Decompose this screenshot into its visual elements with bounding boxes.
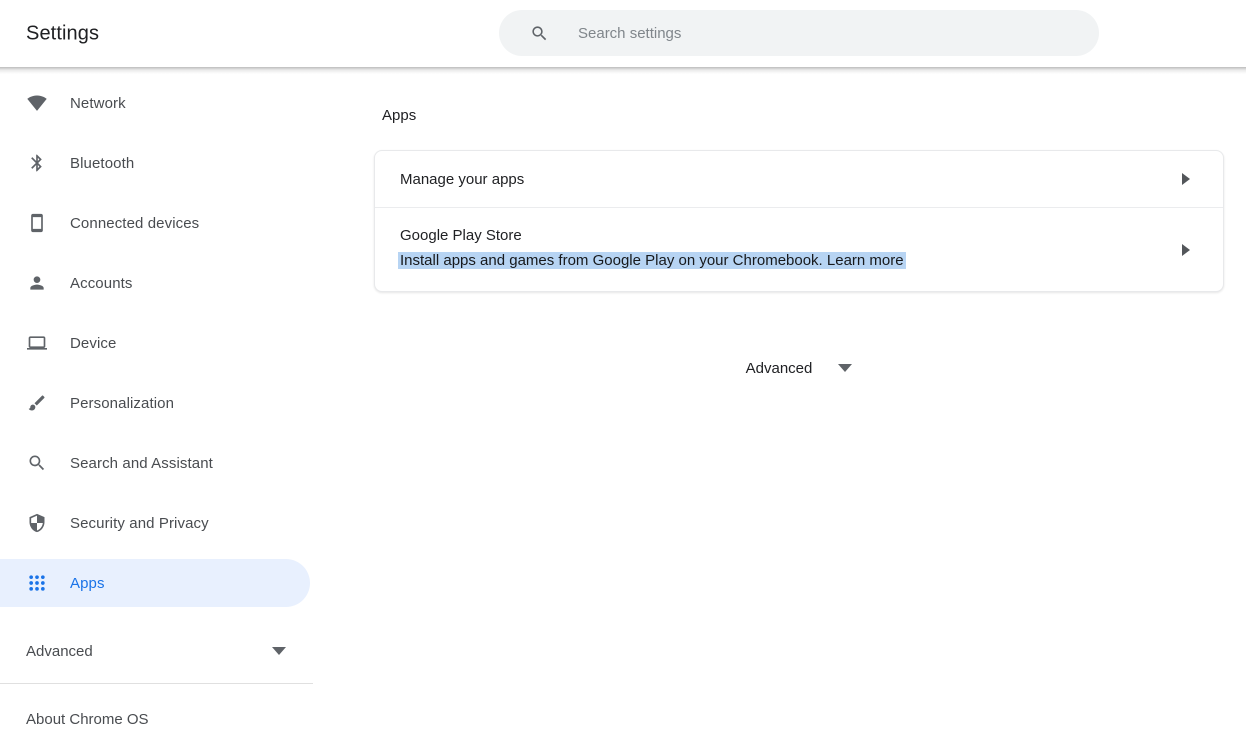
header-shadow	[0, 67, 1246, 74]
laptop-icon	[27, 333, 47, 353]
brush-icon	[27, 393, 47, 413]
sidebar-item-accounts[interactable]: Accounts	[0, 259, 310, 307]
page-title: Settings	[26, 22, 99, 45]
sidebar: Network Bluetooth Connected devices Acco…	[0, 67, 313, 745]
search-icon	[530, 24, 549, 43]
sidebar-item-search-assistant[interactable]: Search and Assistant	[0, 439, 310, 487]
wifi-icon	[27, 93, 47, 113]
sidebar-item-label: Accounts	[70, 275, 133, 292]
chevron-down-icon	[272, 647, 286, 655]
sidebar-item-apps[interactable]: Apps	[0, 559, 310, 607]
sidebar-item-label: Connected devices	[70, 215, 199, 232]
sidebar-item-label: Security and Privacy	[70, 515, 209, 532]
section-title: Apps	[382, 108, 1246, 124]
chevron-right-icon	[1182, 173, 1190, 185]
manage-apps-row[interactable]: Manage your apps	[375, 151, 1223, 207]
settings-window: Settings Network Bluetooth Conne	[0, 0, 1246, 745]
google-play-store-row[interactable]: Google Play Store Install apps and games…	[375, 208, 1223, 291]
sidebar-item-label: Search and Assistant	[70, 455, 213, 472]
sidebar-item-bluetooth[interactable]: Bluetooth	[0, 139, 310, 187]
sidebar-item-label: Network	[70, 95, 126, 112]
advanced-section-toggle[interactable]: Advanced	[374, 356, 1224, 380]
sidebar-item-network[interactable]: Network	[0, 79, 310, 127]
apps-grid-icon	[27, 573, 47, 593]
row-subtitle: Install apps and games from Google Play …	[400, 250, 1223, 272]
search-input[interactable]	[578, 25, 1078, 42]
apps-card: Manage your apps Google Play Store Insta…	[374, 150, 1224, 292]
sidebar-advanced-toggle[interactable]: Advanced	[0, 619, 313, 683]
sidebar-item-about-chrome-os[interactable]: About Chrome OS	[0, 684, 313, 728]
subtitle-selected-text: Install apps and games from Google Play …	[398, 252, 906, 269]
person-icon	[27, 273, 47, 293]
search-icon	[27, 453, 47, 473]
about-label: About Chrome OS	[26, 711, 149, 728]
sidebar-item-label: Personalization	[70, 395, 174, 412]
smartphone-icon	[27, 213, 47, 233]
main-content: Apps Manage your apps Google Play Store …	[313, 67, 1246, 745]
sidebar-item-label: Apps	[70, 575, 105, 592]
advanced-label: Advanced	[746, 360, 813, 377]
sidebar-item-label: Device	[70, 335, 116, 352]
advanced-label: Advanced	[26, 643, 272, 660]
row-title: Manage your apps	[400, 169, 524, 190]
bluetooth-icon	[27, 153, 47, 173]
sidebar-item-device[interactable]: Device	[0, 319, 310, 367]
sidebar-item-label: Bluetooth	[70, 155, 134, 172]
sidebar-item-personalization[interactable]: Personalization	[0, 379, 310, 427]
chevron-right-icon	[1182, 244, 1190, 256]
chevron-down-icon	[838, 364, 852, 372]
row-title: Google Play Store	[400, 225, 1223, 246]
sidebar-item-connected-devices[interactable]: Connected devices	[0, 199, 310, 247]
shield-icon	[27, 513, 47, 533]
sidebar-item-security-privacy[interactable]: Security and Privacy	[0, 499, 310, 547]
header: Settings	[0, 0, 1246, 67]
search-bar[interactable]	[499, 10, 1099, 56]
